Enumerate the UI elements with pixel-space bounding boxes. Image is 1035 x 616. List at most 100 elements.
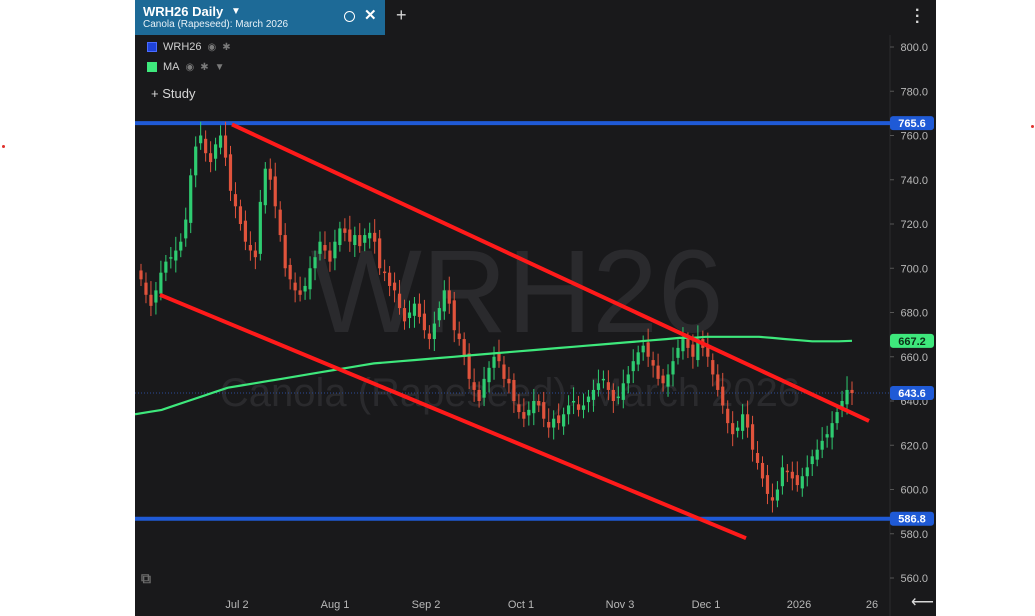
candle-body [547, 422, 551, 428]
legend-label: MA [163, 61, 180, 73]
candle-body [184, 219, 188, 239]
y-tick-label: 600.0 [900, 485, 928, 497]
candle-body [512, 379, 516, 401]
candle-body [397, 293, 402, 309]
chart-canvas[interactable]: WRH26 Canola (Rapeseed): March 2026 800.0 7… [135, 0, 936, 616]
symbol-tab[interactable]: WRH26 Daily ▼ Canola (Rapeseed): March 2… [135, 0, 385, 35]
candle-body [238, 206, 243, 224]
candle-body [596, 383, 601, 390]
candle-body [328, 250, 332, 262]
candle-body [368, 232, 372, 239]
candle-body [407, 312, 412, 319]
plus-icon[interactable]: + [396, 5, 407, 26]
legend-item-ma[interactable]: MA ◉ ✱ ▼ [147, 61, 225, 73]
candle-body [581, 405, 586, 410]
candle-body [199, 135, 203, 144]
candle-body [850, 389, 854, 394]
candle-body [537, 401, 541, 406]
circle-icon[interactable] [344, 11, 355, 22]
legend-item-symbol[interactable]: WRH26 ◉ ✱ [147, 41, 231, 53]
symbol-title: WRH26 Daily [143, 4, 224, 19]
candle-body [258, 201, 262, 254]
candle-body [218, 135, 223, 148]
candle-body [189, 175, 193, 223]
add-study-button[interactable]: + Study [151, 86, 195, 101]
candle-body [467, 353, 471, 379]
candle-body [432, 323, 436, 340]
arrow-left-icon[interactable]: ⟵ [911, 592, 934, 612]
candle-body [174, 250, 178, 261]
price-label: 667.2 [898, 336, 926, 348]
gear-icon[interactable]: ✱ [222, 42, 230, 53]
candle-body [462, 339, 466, 357]
close-icon[interactable]: ✕ [364, 6, 377, 24]
candle-body [566, 405, 571, 415]
candle-body [477, 389, 481, 401]
candle-body [800, 476, 804, 489]
candle-body [591, 389, 596, 400]
chart-panel[interactable]: WRH26 Canola (Rapeseed): March 2026 800.0 7… [135, 0, 936, 616]
candle-body [636, 352, 640, 365]
candle-body [711, 360, 715, 375]
candle-body [313, 257, 317, 269]
candle-body [333, 241, 337, 259]
candle-body [651, 360, 655, 366]
candle-body [303, 285, 307, 292]
candle-body [169, 257, 173, 259]
y-tick-label: 800.0 [900, 42, 928, 54]
candle-body [502, 364, 506, 379]
x-tick-label: 2026 [787, 599, 811, 611]
caret-down-icon[interactable]: ▼ [231, 6, 241, 17]
candle-body [522, 412, 526, 419]
gear-icon[interactable]: ✱ [200, 62, 208, 73]
y-tick-label: 560.0 [900, 573, 928, 585]
price-label: 586.8 [898, 514, 926, 526]
candle-body [790, 471, 794, 479]
candle-body [542, 402, 546, 419]
caret-down-icon[interactable]: ▼ [215, 62, 225, 73]
candle-body [562, 414, 566, 427]
candle-body [323, 245, 327, 251]
candle-body [154, 290, 158, 303]
candle-body [745, 414, 750, 428]
candle-body [656, 365, 660, 379]
legend-swatch [147, 42, 157, 52]
candle-body [492, 356, 496, 368]
more-vert-icon[interactable]: · · · [915, 3, 920, 31]
candle-body [268, 168, 272, 180]
candle-body [532, 401, 536, 414]
eye-icon[interactable]: ◉ [208, 42, 217, 53]
price-label: 643.6 [898, 388, 926, 400]
candle-body [741, 414, 745, 431]
y-tick-label: 660.0 [900, 352, 928, 364]
candle-body [288, 264, 292, 280]
candle-body [343, 228, 347, 233]
candle-body [785, 470, 789, 473]
candle-body [601, 378, 605, 381]
x-tick-label: 26 [866, 599, 878, 611]
candle-body [681, 339, 685, 352]
candle-body [139, 270, 143, 280]
candle-body [527, 409, 531, 416]
candle-body [293, 282, 297, 291]
candle-body [736, 427, 740, 431]
candle-body [392, 282, 397, 291]
candle-body [646, 342, 650, 357]
eye-icon[interactable]: ◉ [186, 62, 195, 73]
candle-body [815, 449, 819, 460]
candle-body [626, 374, 630, 384]
price-label: 765.6 [898, 118, 926, 130]
candle-body [308, 268, 312, 290]
candle-body [348, 229, 352, 242]
candle-body [388, 272, 392, 286]
y-tick-label: 700.0 [900, 263, 928, 275]
candle-body [422, 313, 427, 331]
candle-body [318, 241, 322, 254]
candle-body [278, 209, 282, 236]
candle-body [721, 386, 725, 406]
candle-body [497, 353, 501, 362]
candle-body [273, 176, 277, 207]
candle-body [775, 489, 780, 501]
y-tick-label: 740.0 [900, 175, 928, 187]
candle-body [482, 378, 486, 398]
